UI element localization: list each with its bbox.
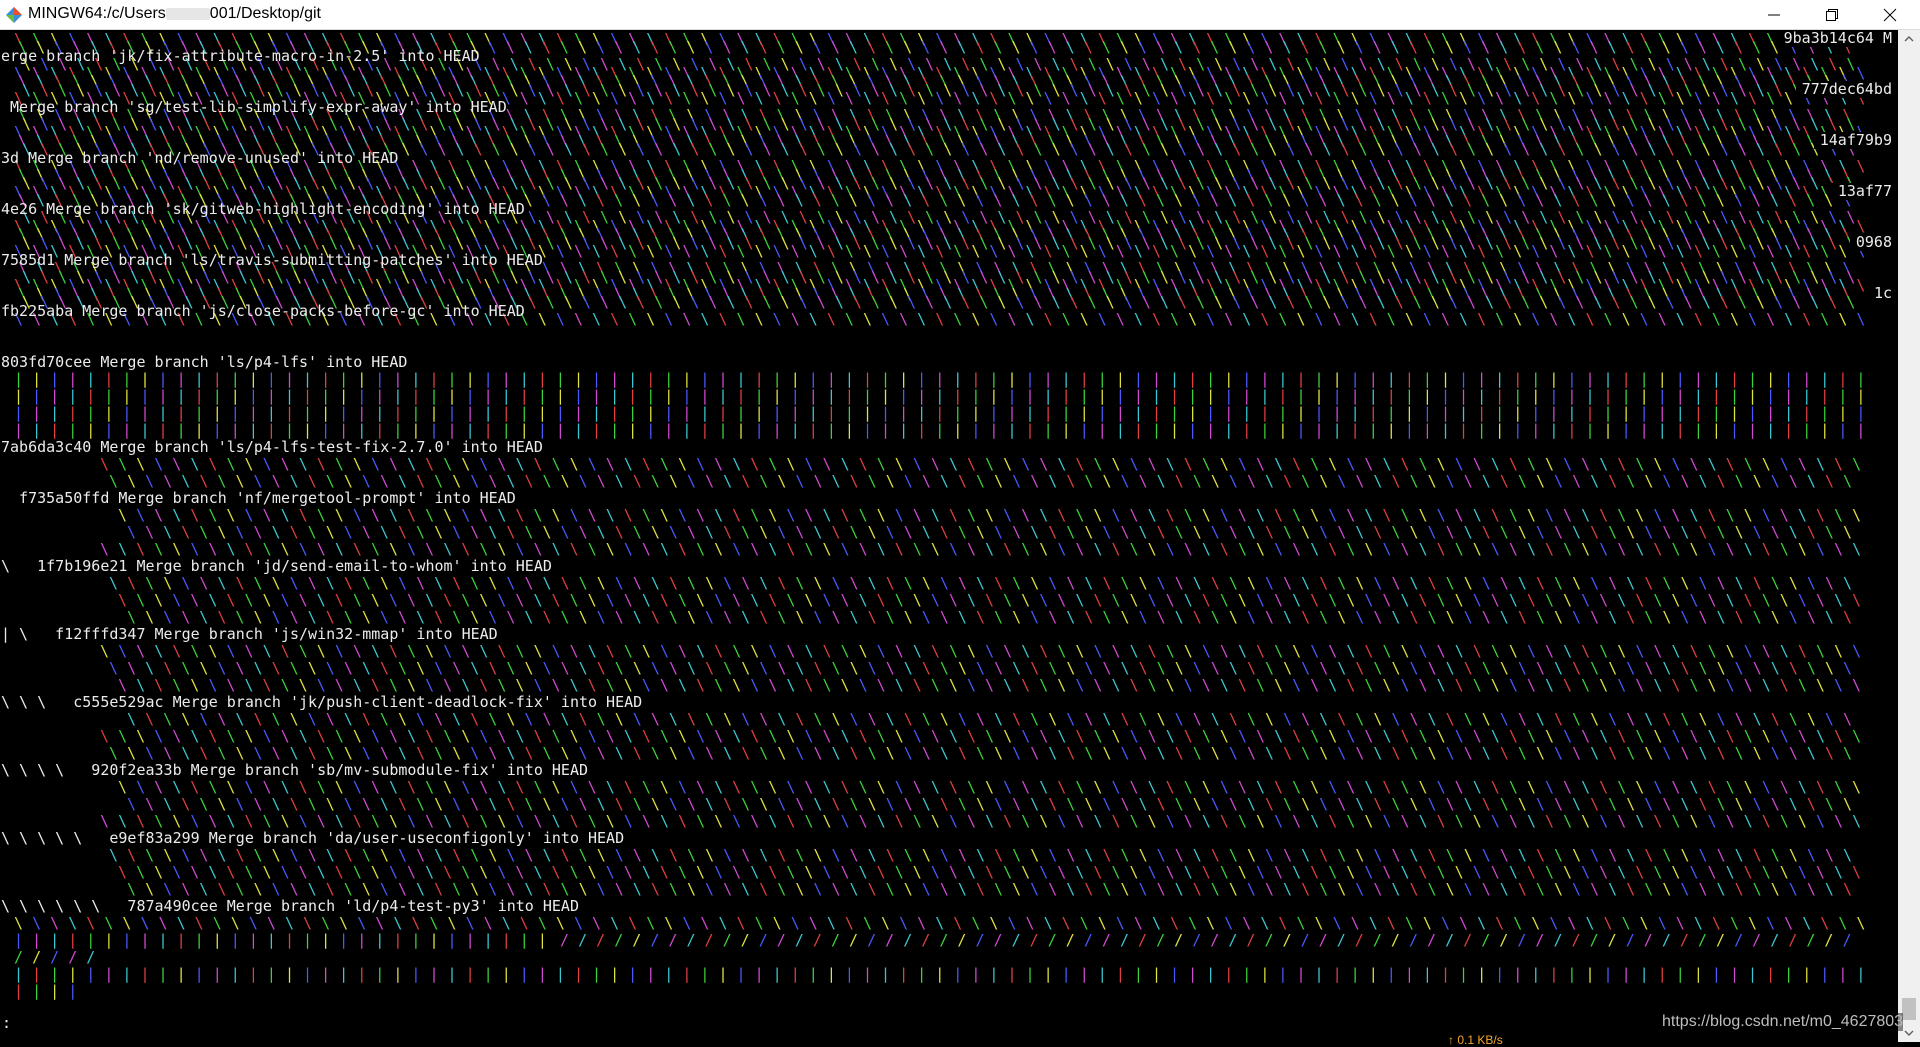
terminal-output[interactable]: \ \ \ \ \ \ \ \ \ \ \ \ \ \ \ \ \ \ \ \ … [0,30,1898,1042]
graph-row: \ \ \ \ \ \ \ \ \ \ \ \ \ \ \ \ \ \ \ \ … [100,642,1862,660]
graph-row: \ \ \ \ \ \ \ \ \ \ \ \ \ \ \ \ \ \ \ \ … [100,455,1862,473]
graph-row: \ \ \ \ \ \ \ \ \ \ \ \ \ \ \ \ \ \ \ \ … [118,676,1862,694]
graph-row: \ \ \ \ \ \ \ \ \ \ \ \ \ \ \ \ \ \ \ \ … [109,472,1853,490]
graph-row: | | | | | | | | | | | | | | | | | | | | … [14,421,1866,439]
minimize-icon [1768,14,1780,15]
commit-hash: 13af77 [1831,183,1892,200]
chevron-up-icon [1904,36,1914,42]
restore-button[interactable] [1803,0,1861,29]
commit-hash: 9ba3b14c64 M [1777,30,1892,47]
commit-line: \ 1f7b196e21 Merge branch 'jd/send-email… [1,557,552,575]
graph-row: | | | | | | | | | | | | | | | | | | | | … [14,931,547,949]
graph-row: \ \ \ \ \ \ \ \ \ \ \ \ \ \ \ \ \ \ \ \ … [127,880,1852,898]
commit-line: 7ab6da3c40 Merge branch 'ls/p4-lfs-test-… [1,438,543,456]
graph-row: \ \ \ \ \ \ \ \ \ \ \ \ \ \ \ \ \ \ \ \ … [127,710,1852,728]
commit-hash: 777dec64bd [1795,81,1892,98]
pager-prompt[interactable]: : [2,1015,11,1032]
graph-row: \ \ \ \ \ \ \ \ \ \ \ \ \ \ \ \ \ \ \ \ … [109,659,1853,677]
redacted-username [165,7,210,20]
commit-line: \ \ \ \ 920f2ea33b Merge branch 'sb/mv-s… [1,761,588,779]
commit-line: 3d Merge branch 'nd/remove-unused' into … [1,149,399,167]
graph-row: \ \ \ \ \ \ \ \ \ \ \ \ \ \ \ \ \ \ \ \ … [118,591,1862,609]
commit-line: fb225aba Merge branch 'js/close-packs-be… [1,302,525,320]
commit-line: \ \ \ \ \ e9ef83a299 Merge branch 'da/us… [1,829,625,847]
git-log-graph: \ \ \ \ \ \ \ \ \ \ \ \ \ \ \ \ \ \ \ \ … [0,30,1898,1042]
graph-row: | | | | | | | | | | | | | | | | | | | | … [14,370,1866,388]
title-bar: MINGW64:/c/Users 001/Desktop/git [0,0,1920,30]
network-speed-indicator: ↑ 0.1 KB/s [1448,1033,1503,1047]
graph-row: | | | | | | | | | | | | | | | | | | | | … [14,404,1866,422]
commit-hash: 0968 [1849,234,1892,251]
graph-row: \ \ \ \ \ \ \ \ \ \ \ \ \ \ \ \ \ \ \ \ … [109,744,1853,762]
graph-row: \ \ \ \ \ \ \ \ \ \ \ \ \ \ \ \ \ \ \ \ … [127,795,1852,813]
vertical-scrollbar[interactable] [1898,30,1920,1042]
close-icon [1883,8,1897,21]
graph-row: \ \ \ \ \ \ \ \ \ \ \ \ \ \ \ \ \ \ \ \ … [118,778,1862,796]
commit-line: 4e26 Merge branch 'sk/gitweb-highlight-e… [1,200,525,218]
minimize-button[interactable] [1745,0,1803,29]
commit-line: | \ f12fffd347 Merge branch 'js/win32-mm… [1,625,498,643]
commit-hash: 1c [1867,285,1892,302]
commit-line: \ \ \ c555e529ac Merge branch 'jk/push-c… [1,693,643,711]
graph-row: \ \ \ \ \ \ \ \ \ \ \ \ \ \ \ \ \ \ \ \ … [14,914,1866,932]
close-button[interactable] [1861,0,1919,29]
watermark-url: https://blog.csdn.net/m0_4627803 [1662,1013,1904,1031]
scroll-thumb[interactable] [1902,998,1916,1020]
commit-line: \ \ \ \ \ \ 787a490cee Merge branch 'ld/… [1,897,579,915]
commit-hash: 14af79b9 [1813,132,1892,149]
graph-row: / / / / / [14,948,96,966]
graph-row: \ \ \ \ \ \ \ \ \ \ \ \ \ \ \ \ \ \ \ \ … [109,574,1853,592]
git-bash-icon [6,7,22,23]
graph-row: | | | | [14,982,78,1000]
graph-row: \ \ \ \ \ \ \ \ \ \ \ \ \ \ \ \ \ \ \ \ … [118,863,1862,881]
graph-row: \ \ \ \ \ \ \ \ \ \ \ \ \ \ \ \ \ \ \ \ … [127,608,1852,626]
commit-line: f735a50ffd Merge branch 'nf/mergetool-pr… [1,489,516,507]
commit-line: erge branch 'jk/fix-attribute-macro-in-2… [1,47,480,65]
graph-row: \ \ \ \ \ \ \ \ \ \ \ \ \ \ \ \ \ \ \ \ … [109,846,1853,864]
graph-row: / / / / / / / / / / / / / / / / / / / / … [560,931,1852,949]
commit-line: 7585d1 Merge branch 'ls/travis-submittin… [1,251,543,269]
graph-row: \ \ \ \ \ \ \ \ \ \ \ \ \ \ \ \ \ \ \ \ … [118,506,1862,524]
window-title: MINGW64:/c/Users 001/Desktop/git [28,5,321,22]
graph-row: \ \ \ \ \ \ \ \ \ \ \ \ \ \ \ \ \ \ \ \ … [100,540,1862,558]
restore-icon [1826,8,1838,21]
graph-row: \ \ \ \ \ \ \ \ \ \ \ \ \ \ \ \ \ \ \ \ … [100,727,1862,745]
graph-row: | | | | | | | | | | | | | | | | | | | | … [14,387,1866,405]
graph-row: | | | | | | | | | | | | | | | | | | | | … [14,965,1866,983]
graph-row: \ \ \ \ \ \ \ \ \ \ \ \ \ \ \ \ \ \ \ \ … [127,523,1852,541]
chevron-down-icon [1904,1030,1914,1036]
commit-line: Merge branch 'sg/test-lib-simplify-expr-… [1,98,507,116]
scroll-up-button[interactable] [1898,30,1920,48]
commit-line: 803fd70cee Merge branch 'ls/p4-lfs' into… [1,353,408,371]
graph-row: \ \ \ \ \ \ \ \ \ \ \ \ \ \ \ \ \ \ \ \ … [100,812,1862,830]
